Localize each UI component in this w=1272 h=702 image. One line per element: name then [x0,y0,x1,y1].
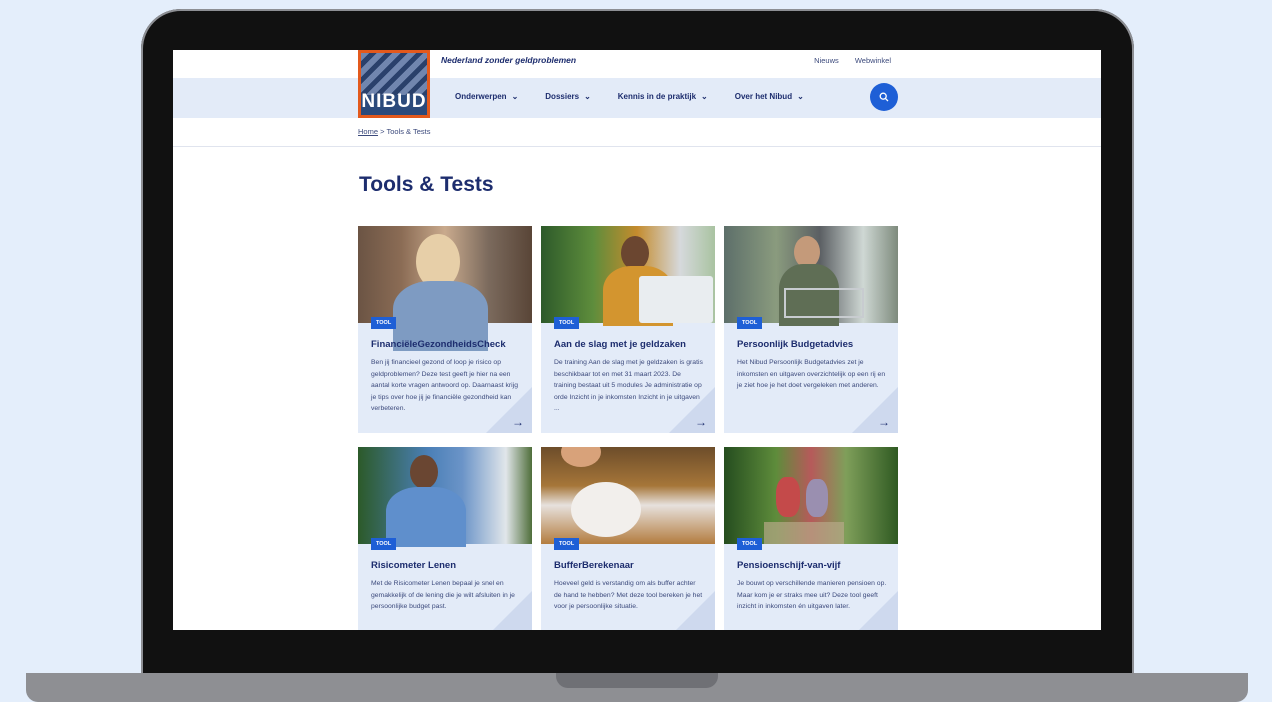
logo-inner: NIBUD [361,53,427,115]
card-title: BufferBerekenaar [554,560,634,571]
nav-item-over-nibud[interactable]: Over het Nibud ⌄ [735,92,804,101]
tool-card-bufferberekenaar[interactable]: TOOL BufferBerekenaar Hoeveel geld is ve… [541,447,715,630]
nav-item-kennis[interactable]: Kennis in de praktijk ⌄ [618,92,708,101]
photo-figure [806,479,828,517]
arrow-right-icon: → [878,627,890,630]
arrow-right-icon: → [695,415,707,429]
tool-card-financiele-gezondheidscheck[interactable]: TOOL FinanciëleGezondheidsCheck Ben jij … [358,226,532,433]
chevron-down-icon: ⌄ [797,92,804,101]
card-title: FinanciëleGezondheidsCheck [371,339,506,350]
tool-badge: TOOL [554,538,580,550]
top-links: Nieuws Webwinkel [800,56,891,65]
card-corner [852,591,898,630]
tool-badge: TOOL [371,538,397,550]
top-bar: Nederland zonder geldproblemen Nieuws We… [173,50,1101,78]
tool-card-aan-de-slag[interactable]: TOOL Aan de slag met je geldzaken De tra… [541,226,715,433]
card-photo [724,226,898,326]
abacus-graphic [361,53,427,95]
breadcrumb-separator: > [380,127,385,136]
nav-item-dossiers[interactable]: Dossiers ⌄ [545,92,591,101]
tool-badge: TOOL [737,538,763,550]
card-photo [358,447,532,547]
photo-figure [621,236,649,270]
tool-badge: TOOL [737,317,763,329]
site-tagline: Nederland zonder geldproblemen [441,55,577,65]
path-in-photo [764,522,844,544]
card-corner [486,387,532,433]
piggy-bank [571,482,641,537]
main-navigation: Onderwerpen ⌄ Dossiers ⌄ Kennis in de prak… [173,78,1101,118]
browser-screen: Nederland zonder geldproblemen Nieuws We… [173,50,1101,630]
breadcrumb-current: Tools & Tests [386,127,431,136]
arrow-right-icon: → [878,415,890,429]
arrow-right-icon: → [512,415,524,429]
tool-badge: TOOL [371,317,397,329]
photo-figure [776,477,800,517]
breadcrumb-home[interactable]: Home [358,127,378,136]
photo-hand [561,447,601,467]
arrow-right-icon: → [695,627,707,630]
header-divider [173,146,1101,147]
nibud-logo[interactable]: NIBUD [358,50,430,118]
card-title: Aan de slag met je geldzaken [554,339,686,350]
logo-text: NIBUD [361,91,427,112]
search-button[interactable] [870,83,898,111]
photo-figure [386,487,466,547]
chevron-down-icon: ⌄ [511,92,519,101]
card-title: Risicometer Lenen [371,560,456,571]
tool-card-pensioenschijf[interactable]: TOOL Pensioenschijf-van-vijf Je bouwt op… [724,447,898,630]
card-photo [724,447,898,544]
nav-item-onderwerpen[interactable]: Onderwerpen ⌄ [455,92,518,101]
card-photo [358,226,532,351]
card-corner [669,591,715,630]
tool-card-persoonlijk-budgetadvies[interactable]: TOOL Persoonlijk Budgetadvies Het Nibud … [724,226,898,433]
card-title: Persoonlijk Budgetadvies [737,339,854,350]
breadcrumb: Home > Tools & Tests [358,127,431,136]
card-title: Pensioenschijf-van-vijf [737,560,841,571]
tool-card-risicometer-lenen[interactable]: TOOL Risicometer Lenen Met de Risicomete… [358,447,532,630]
laptop-in-photo [639,276,713,323]
cart-in-photo [784,288,864,318]
laptop-notch [556,673,718,688]
arrow-right-icon: → [512,627,524,630]
card-corner [669,387,715,433]
card-corner [486,591,532,630]
chevron-down-icon: ⌄ [584,92,591,101]
card-photo [541,447,715,544]
photo-figure [410,455,438,489]
tool-badge: TOOL [554,317,580,329]
top-link-webwinkel[interactable]: Webwinkel [855,56,891,65]
search-icon [879,92,889,102]
nav-menu: Onderwerpen ⌄ Dossiers ⌄ Kennis in de prak… [455,92,804,101]
card-photo [541,226,715,326]
page-title: Tools & Tests [359,173,494,196]
top-link-nieuws[interactable]: Nieuws [814,56,839,65]
chevron-down-icon: ⌄ [701,92,708,101]
card-corner [852,387,898,433]
